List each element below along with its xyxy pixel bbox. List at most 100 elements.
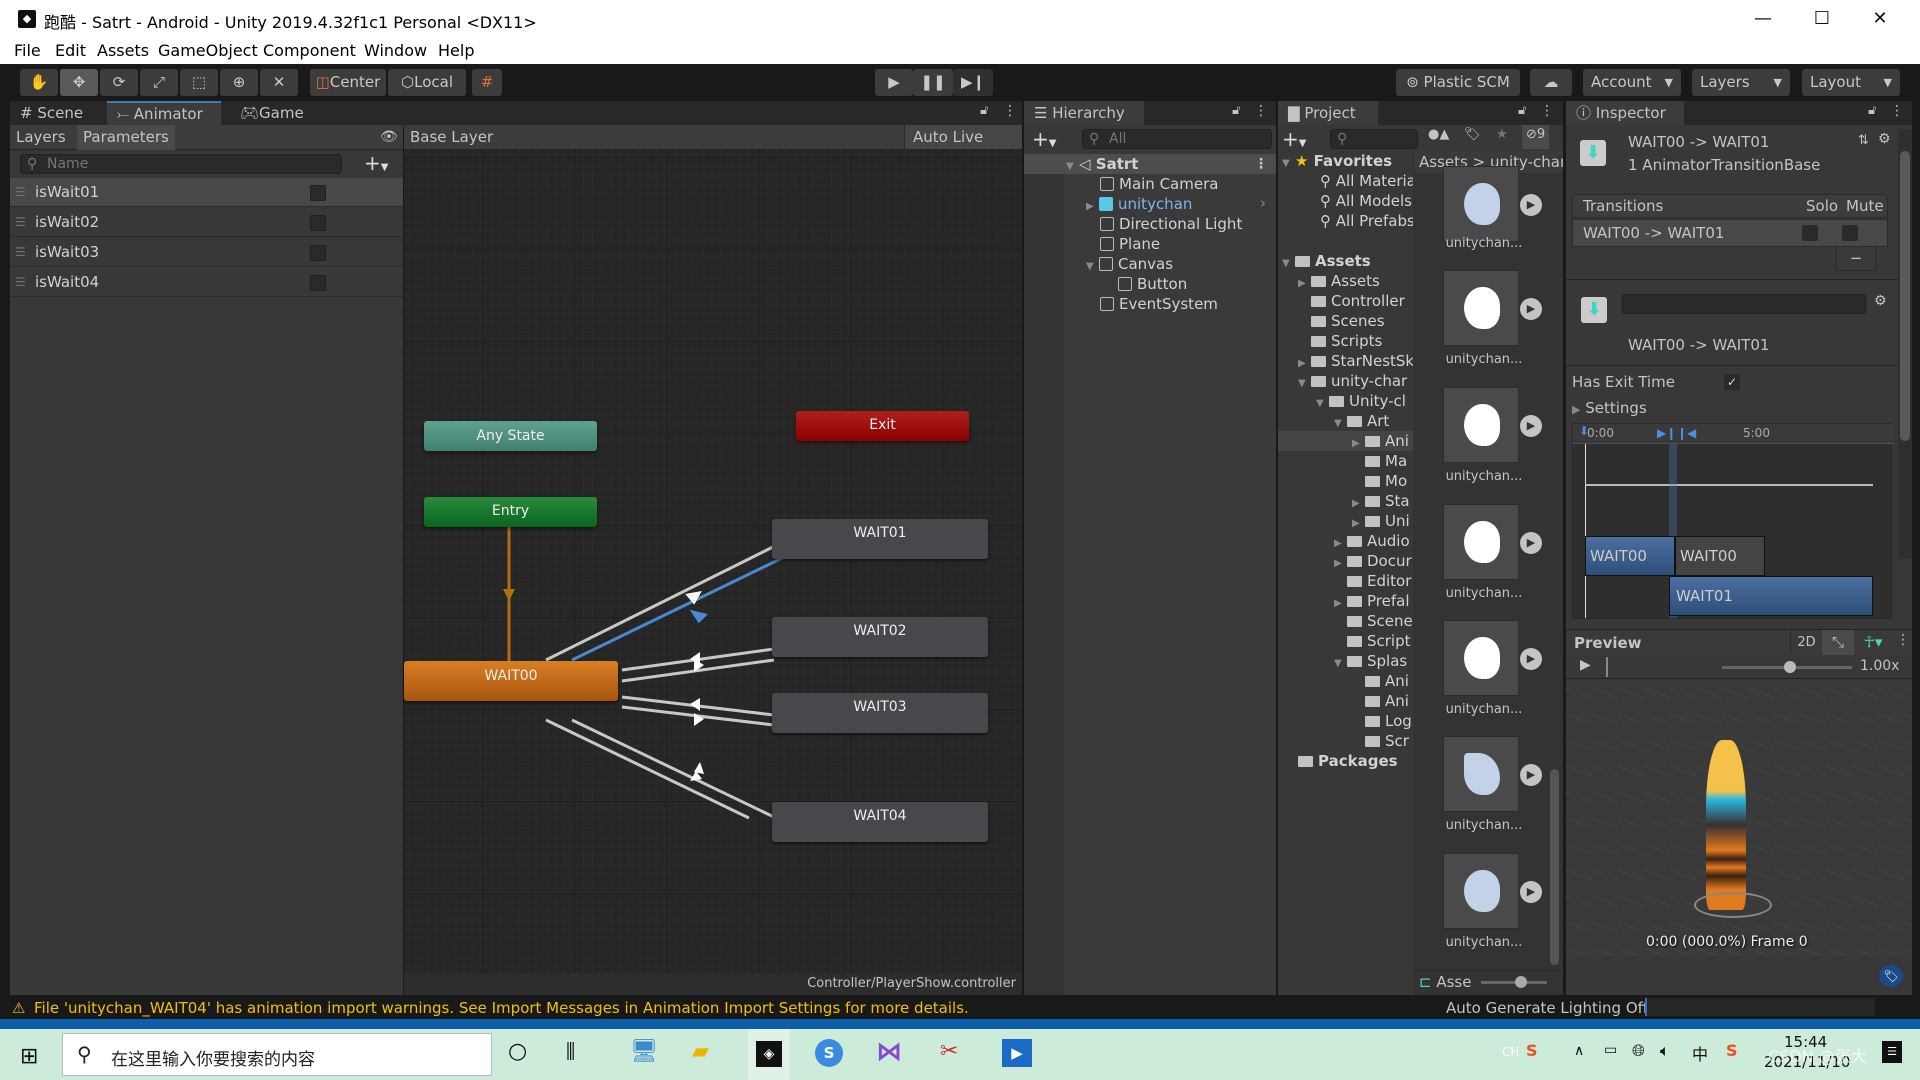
pivot-toggle-icon[interactable]: ⤡ [1822, 630, 1854, 655]
preview-play-button[interactable]: ▶ [1580, 657, 1591, 673]
visual-studio-icon[interactable]: ⋈ [876, 1037, 902, 1067]
create-button[interactable]: +▼ [1282, 127, 1306, 151]
tab-game[interactable]: 🎮︎Game [230, 101, 330, 125]
node-entry[interactable]: Entry [424, 497, 597, 527]
folder-item[interactable]: ▶ Prefal [1334, 591, 1413, 611]
tab-hierarchy[interactable]: ☰ Hierarchy [1024, 101, 1144, 125]
more-menu-icon[interactable]: ⋮ [1003, 103, 1017, 119]
playhead-marker-icon[interactable]: ⬇ [1579, 424, 1589, 438]
breadcrumb-base-layer[interactable]: Base Layer [410, 128, 508, 146]
asset-thumbnail[interactable]: ▶ [1443, 270, 1542, 346]
more-menu-icon[interactable]: ⋮ [1890, 103, 1904, 119]
folder-item[interactable]: ▶ Sta [1352, 491, 1413, 511]
show-hidden-icons-chevron[interactable]: ∧ [1574, 1043, 1584, 1059]
favorite-item[interactable]: ⚲ All Materia [1320, 171, 1413, 191]
asset-thumbnail[interactable]: ▶ [1443, 387, 1542, 463]
folder-item[interactable]: Scripts [1311, 331, 1413, 351]
favorite-item[interactable]: ⚲ All Models [1320, 191, 1413, 211]
pivot-center-button[interactable]: ◫Center [310, 69, 386, 96]
folder-item[interactable]: Scene [1347, 611, 1413, 631]
project-search-input[interactable]: ⚲ [1330, 129, 1418, 149]
transition-name-input[interactable] [1622, 294, 1866, 314]
settings-foldout[interactable]: ▶ Settings [1572, 399, 1647, 417]
sogou-browser-icon[interactable]: S [815, 1039, 843, 1067]
hand-tool-icon[interactable]: ✋ [20, 69, 58, 96]
account-dropdown[interactable]: Account ▼ [1583, 69, 1681, 96]
folder-item[interactable]: ▼ Splas [1334, 651, 1413, 671]
pause-button[interactable]: ❚❚ [913, 69, 953, 96]
packages-root[interactable]: Packages [1298, 751, 1413, 771]
grid-snap-icon[interactable]: # [472, 69, 502, 96]
node-wait00-default[interactable]: WAIT00 [404, 661, 618, 701]
auto-live-link-button[interactable]: Auto Live Link [904, 125, 1022, 171]
favorites-header[interactable]: ▼ ★ Favorites [1282, 151, 1412, 171]
add-parameter-button[interactable]: +▼ [364, 151, 388, 175]
sogou-tray-icon[interactable]: S [1726, 1041, 1738, 1060]
state-machine-graph[interactable]: Any State Exit Entry WAIT00 WAIT01 WAIT0… [404, 149, 1022, 976]
file-explorer-icon[interactable]: ▰ [692, 1039, 709, 1064]
avatar-dropdown-icon[interactable]: ☥▾ [1856, 630, 1890, 655]
play-icon[interactable]: ▶ [1520, 764, 1542, 786]
folder-item[interactable]: Editor [1347, 571, 1413, 591]
more-menu-icon[interactable]: ⋮ [1254, 154, 1268, 174]
ime-indicator[interactable]: CH [1502, 1045, 1519, 1059]
tab-animator[interactable]: ⤚ Animator [107, 101, 221, 125]
node-wait02[interactable]: WAIT02 [772, 617, 988, 657]
hierarchy-item[interactable]: ▼ Canvas [1086, 254, 1173, 274]
ime-mode-indicator[interactable]: 中 [1692, 1041, 1708, 1065]
windows-start-icon[interactable]: ⊞ [20, 1044, 38, 1069]
snipping-tool-icon[interactable]: ✂ [940, 1039, 958, 1064]
folder-item[interactable]: Ma [1365, 451, 1413, 471]
layout-dropdown[interactable]: Layout ▼ [1802, 69, 1900, 96]
drag-handle-icon[interactable]: ☰ [15, 208, 26, 237]
hierarchy-item[interactable]: EventSystem [1100, 294, 1218, 314]
node-wait01[interactable]: WAIT01 [772, 519, 988, 559]
node-wait03[interactable]: WAIT03 [772, 693, 988, 733]
minimize-button[interactable]: — [1735, 4, 1791, 34]
folder-item[interactable]: ▶ Assets [1298, 271, 1413, 291]
play-icon[interactable]: ▶ [1520, 194, 1542, 216]
tab-project[interactable]: ▇ Project [1278, 101, 1378, 125]
parameter-row[interactable]: ☰ isWait02 [10, 208, 403, 237]
task-view-icon[interactable]: ⫼ [566, 1039, 575, 1063]
folder-item[interactable]: ▶ Uni [1352, 511, 1413, 531]
play-icon[interactable]: ▶ [1520, 532, 1542, 554]
preset-icon[interactable]: ⇅ [1858, 133, 1869, 148]
parameter-row[interactable]: ☰ isWait04 [10, 268, 403, 297]
pivot-local-button[interactable]: ⬡Local [388, 69, 466, 96]
chevron-right-icon[interactable]: › [1260, 194, 1266, 212]
play-icon[interactable]: ▶ [1520, 298, 1542, 320]
tab-layers[interactable]: Layers [10, 125, 72, 150]
expand-icon[interactable]: ▼ [1066, 157, 1076, 177]
menu-edit[interactable]: Edit [55, 41, 86, 60]
asset-thumbnail[interactable]: ▶ [1443, 166, 1542, 242]
menu-assets[interactable]: Assets [97, 41, 149, 60]
tab-scene[interactable]: # Scene [10, 101, 106, 125]
transition-timeline[interactable]: 0:00 5:00 ⬇ ▶❙ ❙◀ WAIT00 WAIT00 WAIT01 [1572, 423, 1893, 619]
preview-speed-slider[interactable] [1722, 661, 1852, 673]
transform-tool-icon[interactable]: ⊕ [220, 69, 258, 96]
hidden-packages-toggle[interactable]: ⊘9 [1522, 125, 1550, 149]
gear-icon[interactable]: ⚙ [1878, 131, 1891, 147]
preview-2d-button[interactable]: 2D [1790, 630, 1822, 655]
console-warning-message[interactable]: File 'unitychan_WAIT04' has animation im… [34, 999, 969, 1017]
project-scrollbar[interactable] [1550, 179, 1560, 965]
hierarchy-item[interactable]: Main Camera [1100, 174, 1218, 194]
filter-type-icon[interactable]: ●▲ [1428, 127, 1449, 142]
folder-item[interactable]: Scr [1365, 731, 1413, 751]
asset-thumbnail[interactable]: ▶ [1443, 504, 1542, 580]
lock-icon[interactable]: 🔓︎ [1518, 103, 1526, 118]
folder-item[interactable]: ▶ StarNestSk [1298, 351, 1413, 371]
video-editor-icon[interactable]: ▶ [1002, 1039, 1032, 1067]
transition-end-handle[interactable]: ❙◀ [1677, 426, 1696, 440]
preview-scrubber[interactable] [1606, 657, 1608, 677]
folder-item[interactable]: Scenes [1311, 311, 1413, 331]
computer-app-icon[interactable]: 🖥︎ [630, 1039, 658, 1064]
move-tool-icon[interactable]: ✥ [60, 69, 98, 96]
gear-icon[interactable]: ⚙ [1874, 293, 1887, 309]
hierarchy-item[interactable]: Plane [1100, 234, 1160, 254]
scale-tool-icon[interactable]: ⤢ [140, 69, 178, 96]
preview-viewport[interactable]: 0:00 (000.0%) Frame 0 [1566, 680, 1912, 956]
maximize-button[interactable]: ☐ [1794, 4, 1850, 34]
hierarchy-item[interactable]: Button [1118, 274, 1187, 294]
